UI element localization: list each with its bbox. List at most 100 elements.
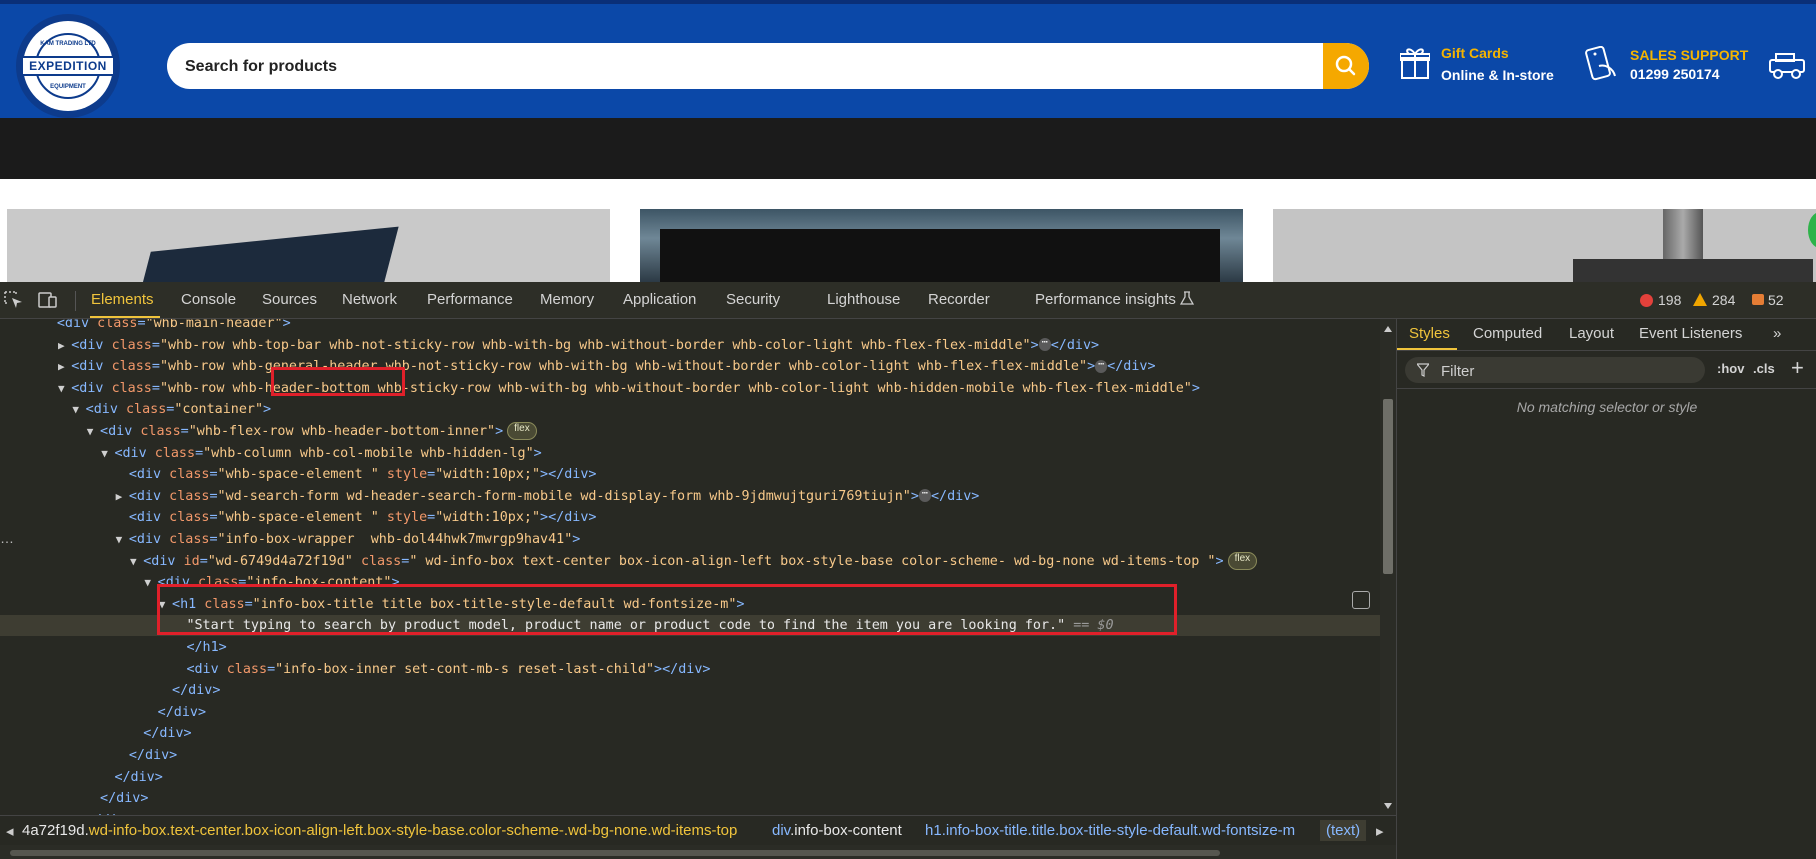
styles-pane-tabs: Styles Computed Layout Event Listeners » — [1397, 319, 1816, 351]
collapse-triangle-icon[interactable]: ▼ — [87, 425, 100, 438]
breadcrumb-item-text[interactable]: (text) — [1320, 820, 1367, 841]
highlight-box-header-bottom — [271, 367, 405, 396]
dom-tree-row[interactable]: </div> — [0, 745, 1380, 766]
tab-network[interactable]: Network — [342, 291, 397, 308]
expand-triangle-icon[interactable]: ▶ — [58, 360, 71, 373]
dom-tree-row[interactable]: ▼ <div class="whb-flex-row whb-header-bo… — [0, 421, 1380, 442]
tab-recorder[interactable]: Recorder — [928, 291, 990, 308]
breadcrumb-scroll-left[interactable]: ◂ — [6, 822, 14, 840]
collapse-triangle-icon[interactable]: ▼ — [144, 576, 157, 589]
dom-tree-row[interactable]: ▼ <div class="whb-row whb-header-bottom … — [0, 378, 1380, 399]
breadcrumb-item-info-box[interactable]: 4a72f19d.wd-info-box.text-center.box-ico… — [22, 822, 737, 839]
delivery-vehicle-icon[interactable] — [1768, 52, 1808, 80]
tab-sources[interactable]: Sources — [262, 291, 317, 308]
styles-pane: Styles Computed Layout Event Listeners »… — [1396, 319, 1816, 859]
breadcrumb-item-h1[interactable]: h1.info-box-title.title.box-title-style-… — [925, 822, 1295, 839]
dom-tree-row[interactable]: <div class="whb-space-element " style="w… — [0, 464, 1380, 485]
dom-tree-row[interactable]: </div> — [0, 788, 1380, 809]
dom-tree-row[interactable]: ▼ <div class="container"> — [0, 399, 1380, 420]
class-toggle[interactable]: .cls — [1753, 361, 1775, 376]
no-matching-style-message: No matching selector or style — [1516, 399, 1698, 415]
collapsed-content-ellipsis[interactable]: ⋯ — [918, 489, 931, 503]
devtools-panel: Elements Console Sources Network Perform… — [0, 282, 1816, 859]
product-image-stove[interactable] — [1273, 209, 1816, 282]
dom-tree-row[interactable]: ▼ <div class="whb-column whb-col-mobile … — [0, 443, 1380, 464]
breadcrumb: ◂ 4a72f19d.wd-info-box.text-center.box-i… — [0, 815, 1396, 845]
warning-icon — [1693, 293, 1707, 306]
gift-cards-title[interactable]: Gift Cards — [1441, 45, 1509, 61]
dom-tree-row[interactable]: <div class="whb-space-element " style="w… — [0, 507, 1380, 528]
collapse-triangle-icon[interactable]: ▼ — [130, 555, 143, 568]
dom-tree-row[interactable]: ▼ <div class="info-box-wrapper whb-dol44… — [0, 529, 1380, 550]
collapsed-content-ellipsis[interactable]: ⋯ — [1095, 359, 1108, 373]
tab-performance-insights[interactable]: Performance insights — [1035, 291, 1195, 308]
breadcrumb-item-info-box-content[interactable]: div.info-box-content — [772, 822, 902, 839]
tab-security[interactable]: Security — [726, 291, 780, 308]
logo-bottom-text: EQUIPMENT — [50, 84, 86, 90]
breadcrumb-scroll-right[interactable]: ▸ — [1376, 822, 1384, 840]
dom-tree-row[interactable]: ▶ <div class="whb-row whb-general-header… — [0, 356, 1380, 377]
scroll-down-arrow[interactable] — [1384, 803, 1392, 809]
error-count[interactable]: 198 — [1658, 292, 1681, 308]
tab-performance[interactable]: Performance — [427, 291, 513, 308]
dom-tree-row[interactable]: </div> — [0, 680, 1380, 701]
tab-memory[interactable]: Memory — [540, 291, 594, 308]
dom-tree-row[interactable]: ▶ <div class="wd-search-form wd-header-s… — [0, 486, 1380, 507]
search-button[interactable] — [1323, 43, 1369, 89]
tab-console[interactable]: Console — [181, 291, 236, 308]
dom-tree-row[interactable]: </h1> — [0, 637, 1380, 658]
inspect-element-icon[interactable] — [4, 291, 24, 309]
collapse-triangle-icon[interactable]: ▼ — [116, 533, 129, 546]
issues-icon — [1752, 294, 1764, 305]
elements-scrollbar[interactable] — [1380, 319, 1396, 815]
gift-icon[interactable] — [1400, 46, 1430, 80]
new-style-rule-button[interactable]: + — [1791, 355, 1804, 381]
dom-tree-row[interactable]: <div class="whb-main-header"> — [0, 319, 1380, 334]
collapsed-content-ellipsis[interactable]: ⋯ — [1038, 338, 1051, 352]
gift-cards-subtitle[interactable]: Online & In-store — [1441, 67, 1554, 83]
dom-tree-row[interactable]: ▶ <div class="whb-row whb-top-bar whb-no… — [0, 335, 1380, 356]
elements-horizontal-scrollbar[interactable] — [0, 845, 1396, 859]
collapse-triangle-icon[interactable]: ▼ — [101, 447, 114, 460]
search-icon — [1335, 55, 1356, 76]
dom-tree-row[interactable]: ▼ <div id="wd-6749d4a72f19d" class=" wd-… — [0, 551, 1380, 572]
issues-count[interactable]: 52 — [1768, 292, 1784, 308]
warning-count[interactable]: 284 — [1712, 292, 1735, 308]
experiment-flask-icon — [1179, 291, 1195, 305]
highlight-box-h1-text — [157, 584, 1177, 635]
product-image-sky[interactable] — [640, 209, 1243, 282]
collapse-triangle-icon[interactable]: ▼ — [58, 382, 71, 395]
tab-styles[interactable]: Styles — [1409, 325, 1450, 342]
tab-event-listeners[interactable]: Event Listeners — [1639, 325, 1742, 342]
product-image-solar-panel[interactable] — [7, 209, 610, 282]
dom-tree-row[interactable]: </div> — [0, 767, 1380, 788]
sales-support-title[interactable]: SALES SUPPORT — [1630, 47, 1748, 63]
tab-application[interactable]: Application — [623, 291, 696, 308]
copy-node-icon[interactable] — [1352, 591, 1370, 609]
filter-icon — [1417, 363, 1429, 377]
expand-triangle-icon[interactable]: ▶ — [58, 339, 71, 352]
search-input[interactable] — [183, 43, 1287, 89]
tab-lighthouse[interactable]: Lighthouse — [827, 291, 900, 308]
sales-support-phone[interactable]: 01299 250174 — [1630, 66, 1720, 82]
dom-tree-row[interactable]: </div> — [0, 723, 1380, 744]
logo-top-text: KAM TRADING LTD — [40, 41, 96, 47]
tab-layout[interactable]: Layout — [1569, 325, 1614, 342]
more-tabs-chevron-icon[interactable]: » — [1773, 325, 1781, 342]
device-toolbar-icon[interactable] — [38, 291, 58, 309]
dom-tree-row[interactable]: </div> — [0, 702, 1380, 723]
scroll-up-arrow[interactable] — [1384, 326, 1392, 332]
expand-triangle-icon[interactable]: ▶ — [116, 490, 129, 503]
flex-badge[interactable]: flex — [507, 422, 537, 440]
node-actions-ellipsis[interactable]: … — [0, 530, 14, 546]
filter-input[interactable] — [1439, 357, 1693, 385]
tab-computed[interactable]: Computed — [1473, 325, 1542, 342]
expedition-logo[interactable]: KAM TRADING LTD EXPEDITION EQUIPMENT — [16, 14, 120, 118]
collapse-triangle-icon[interactable]: ▼ — [72, 403, 85, 416]
hover-state-toggle[interactable]: :hov — [1717, 361, 1744, 376]
dom-tree-row[interactable]: <div class="info-box-inner set-cont-mb-s… — [0, 659, 1380, 680]
flex-badge[interactable]: flex — [1227, 551, 1258, 570]
phone-support-icon[interactable] — [1585, 46, 1619, 82]
elements-dom-tree[interactable]: <div class="whb-main-header"> ▶ <div clas… — [0, 319, 1380, 815]
tab-elements[interactable]: Elements — [91, 291, 154, 308]
